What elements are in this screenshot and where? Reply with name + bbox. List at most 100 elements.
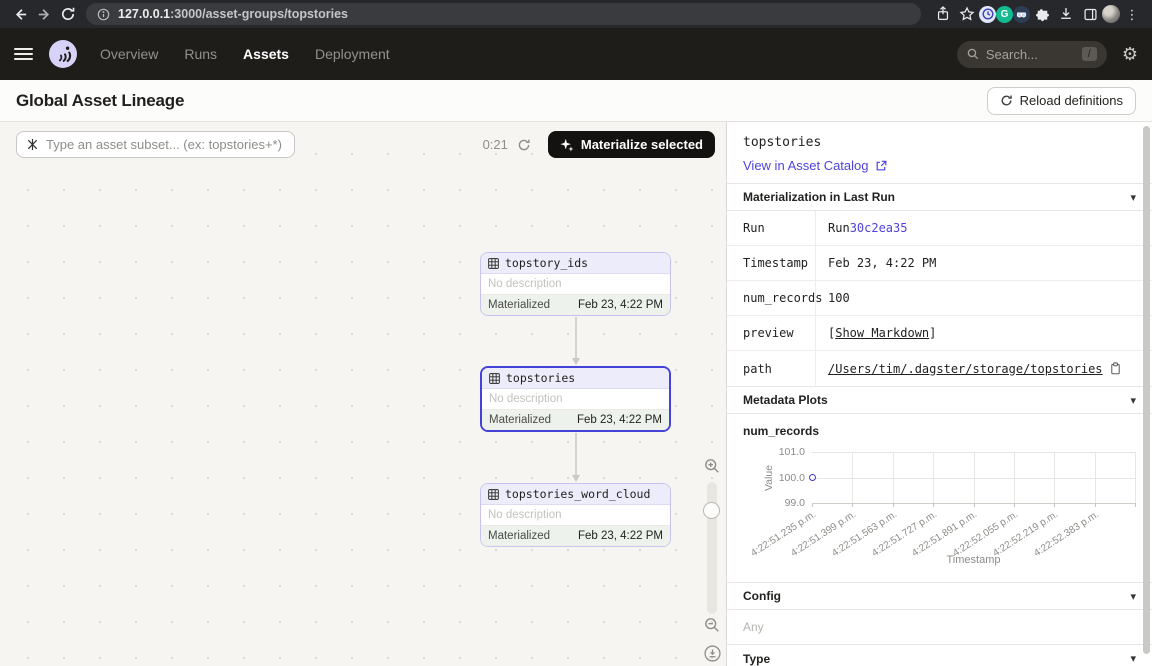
reload-icon [1000, 94, 1013, 107]
browser-menu-icon[interactable]: ⋮ [1120, 3, 1144, 25]
row-value: Feb 23, 4:22 PM [816, 246, 1152, 280]
asset-description: No description [481, 505, 670, 526]
asset-timestamp: Feb 23, 4:22 PM [578, 299, 663, 311]
path-link[interactable]: /Users/tim/.dagster/storage/topstories [828, 362, 1103, 376]
share-icon[interactable] [931, 3, 955, 25]
num-records-chart: 101.0 100.0 99.0 Value [727, 436, 1152, 582]
extension-grammarly-icon[interactable]: G [996, 6, 1013, 23]
recenter-view-icon[interactable] [704, 645, 721, 662]
row-label: preview [727, 316, 816, 350]
address-bar[interactable]: 127.0.0.1:3000/asset-groups/topstories [86, 3, 921, 25]
browser-profile-avatar[interactable] [1102, 5, 1120, 23]
search-placeholder: Search... [986, 47, 1075, 62]
zoom-slider-handle[interactable] [703, 502, 720, 519]
section-title: Materialization in Last Run [743, 190, 895, 204]
panel-scrollbar[interactable] [1143, 126, 1150, 654]
global-search-input[interactable]: Search... / [957, 41, 1107, 68]
asset-node-topstories_word_cloud[interactable]: topstories_word_cloud No description Mat… [480, 483, 671, 547]
data-point[interactable] [809, 474, 816, 481]
extension-clock-icon[interactable] [979, 6, 996, 23]
nav-item-runs[interactable]: Runs [184, 46, 217, 62]
graph-actions: 0:21 Materialize selected [483, 131, 715, 158]
browser-back-icon[interactable] [8, 3, 32, 25]
downloads-icon[interactable] [1054, 3, 1078, 25]
zoom-in-icon[interactable] [704, 458, 721, 475]
materialization-table: Run Run 30c2ea35 Timestamp Feb 23, 4:22 … [727, 211, 1152, 386]
table-icon [488, 258, 499, 269]
table-row: Timestamp Feb 23, 4:22 PM [727, 246, 1152, 281]
url-host: 127.0.0.1 [118, 7, 170, 21]
table-row: Run Run 30c2ea35 [727, 211, 1152, 246]
nav-item-overview[interactable]: Overview [100, 46, 158, 62]
plot-title: num_records [727, 414, 1152, 436]
asset-subset-input[interactable] [46, 137, 285, 152]
page-header: Global Asset Lineage Reload definitions [0, 80, 1152, 122]
browser-forward-icon[interactable] [32, 3, 56, 25]
row-label: Timestamp [727, 246, 816, 280]
zoom-controls [703, 458, 721, 662]
row-label: num_records [727, 281, 816, 315]
chevron-down-icon[interactable]: ▾ [1130, 652, 1136, 665]
asset-graph-canvas[interactable]: 0:21 Materialize selected topstory_ids N… [0, 122, 727, 666]
chevron-down-icon[interactable]: ▾ [1130, 394, 1136, 407]
asset-timestamp: Feb 23, 4:22 PM [577, 414, 662, 426]
catalog-link-label: View in Asset Catalog [743, 158, 869, 173]
chevron-down-icon[interactable]: ▾ [1130, 590, 1136, 603]
row-label: Run [727, 211, 816, 245]
zoom-slider[interactable] [707, 482, 717, 614]
nav-links: Overview Runs Assets Deployment [100, 46, 390, 62]
nav-item-assets[interactable]: Assets [243, 46, 289, 62]
page-title: Global Asset Lineage [16, 91, 184, 111]
chevron-down-icon[interactable]: ▾ [1130, 191, 1136, 204]
show-markdown-link[interactable]: Show Markdown [835, 326, 929, 340]
nav-item-deployment[interactable]: Deployment [315, 46, 390, 62]
y-tick-label: 99.0 [735, 497, 805, 509]
view-in-asset-catalog-link[interactable]: View in Asset Catalog [743, 158, 887, 173]
section-metadata-plots-header: Metadata Plots ▾ [727, 386, 1152, 414]
materialize-selected-button[interactable]: Materialize selected [548, 131, 715, 158]
copy-path-icon[interactable] [1109, 362, 1122, 375]
bookmark-star-icon[interactable] [955, 3, 979, 25]
selected-asset-title: topstories [743, 135, 1136, 150]
materialize-selected-label: Materialize selected [581, 137, 703, 152]
asset-node-topstory_ids[interactable]: topstory_ids No description Materialized… [480, 252, 671, 316]
asset-name: topstories [506, 371, 575, 385]
search-icon [967, 48, 979, 60]
asset-description: No description [481, 274, 670, 295]
table-row: preview [Show Markdown] [727, 316, 1152, 351]
section-title: Metadata Plots [743, 393, 828, 407]
refresh-countdown: 0:21 [483, 137, 508, 152]
y-axis-title: Value [763, 458, 775, 498]
refresh-icon[interactable] [517, 138, 531, 152]
y-tick-label: 101.0 [735, 446, 805, 458]
run-prefix: Run [828, 221, 850, 235]
asset-detail-panel: topstories View in Asset Catalog Materia… [727, 122, 1152, 666]
x-axis-title: Timestamp [812, 554, 1135, 566]
site-info-icon[interactable] [97, 8, 110, 21]
edge-topstory_ids-topstories [571, 317, 580, 365]
extension-goggles-icon[interactable] [1013, 6, 1030, 23]
run-id-link[interactable]: 30c2ea35 [850, 221, 908, 235]
url-path: :3000/asset-groups/topstories [170, 7, 348, 21]
app-navbar: Overview Runs Assets Deployment Search..… [0, 28, 1152, 80]
table-row: num_records 100 [727, 281, 1152, 316]
asset-status: Materialized [488, 299, 550, 311]
hamburger-menu-icon[interactable] [14, 48, 33, 61]
plot-area: 4:22:51.235 p.m. 4:22:51.399 p.m. 4:22:5… [812, 452, 1135, 503]
extensions-puzzle-icon[interactable] [1030, 3, 1054, 25]
dagster-logo[interactable] [48, 39, 78, 69]
lineage-filter-icon [26, 138, 39, 151]
asset-name: topstory_ids [505, 256, 588, 270]
x-tick-label: 4:22:51.235 p.m. [749, 509, 818, 559]
config-value: Any [727, 610, 1152, 644]
asset-node-topstories[interactable]: topstories No description Materialized F… [480, 366, 671, 432]
asset-subset-filter[interactable] [16, 131, 295, 158]
table-icon [489, 373, 500, 384]
zoom-out-icon[interactable] [704, 617, 721, 634]
section-materialization-header: Materialization in Last Run ▾ [727, 183, 1152, 211]
settings-gear-icon[interactable]: ⚙ [1122, 45, 1138, 63]
browser-reload-icon[interactable] [56, 3, 80, 25]
reload-definitions-button[interactable]: Reload definitions [987, 87, 1136, 115]
side-panel-icon[interactable] [1078, 3, 1102, 25]
asset-name: topstories_word_cloud [505, 487, 650, 501]
